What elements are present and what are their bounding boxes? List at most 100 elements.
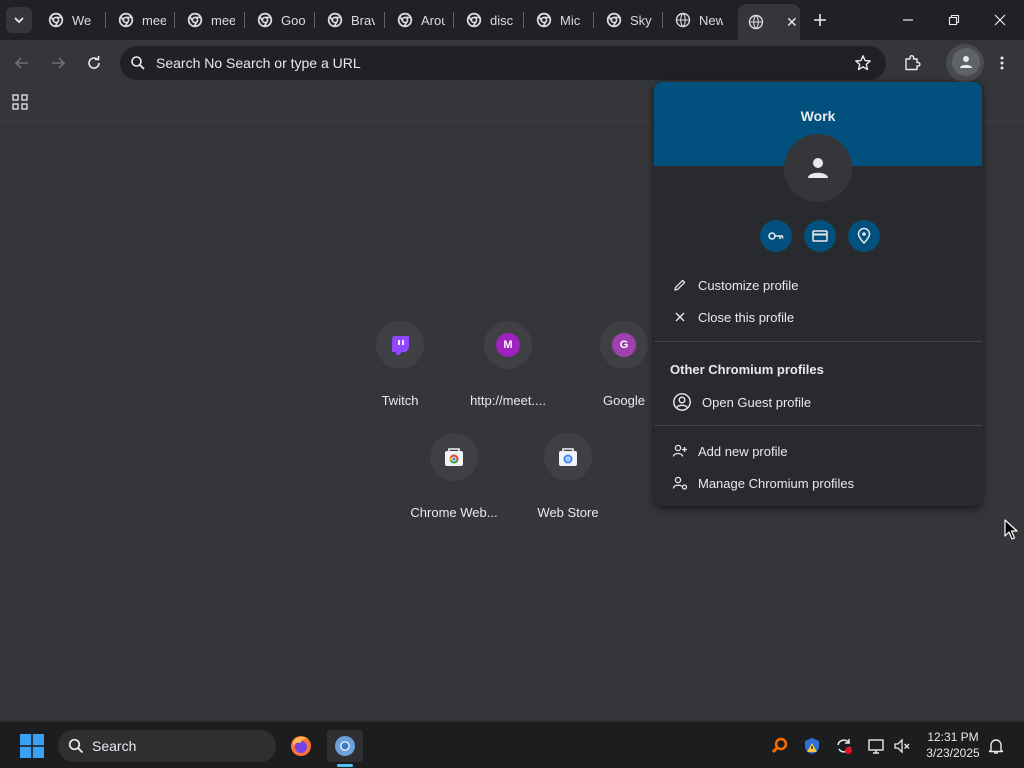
open-guest-profile-label: Open Guest profile (702, 394, 812, 410)
tab[interactable]: Brav (317, 6, 383, 34)
tray-search-app[interactable] (770, 736, 790, 756)
close-profile-label: Close this profile (698, 309, 795, 325)
back-button[interactable] (9, 50, 35, 76)
shortcut-chrome-web[interactable]: Chrome Web... (398, 433, 510, 533)
globe-favicon (748, 14, 764, 30)
letter-icon: M (496, 333, 520, 357)
reload-button[interactable] (81, 50, 107, 76)
tab[interactable]: disc (456, 6, 522, 34)
person-icon (808, 158, 828, 178)
profile-avatar (784, 134, 852, 202)
tab[interactable]: Sky (596, 6, 662, 34)
shortcut-meet[interactable]: M http://meet.... (452, 321, 564, 421)
shortcut-twitch[interactable]: Twitch (344, 321, 456, 421)
payment-methods-button[interactable] (804, 220, 836, 252)
magnifier-app-icon (771, 737, 788, 754)
shortcut-icon-circle: G (600, 321, 648, 369)
taskbar-chromium[interactable] (327, 730, 363, 762)
close-tab-icon[interactable]: ✕ (786, 14, 798, 31)
manage-profiles-item[interactable]: Manage Chromium profiles (654, 467, 982, 499)
tray-notifications[interactable] (986, 736, 1006, 756)
add-new-profile-item[interactable]: Add new profile (654, 435, 982, 467)
tab-title: Mic (560, 12, 581, 28)
search-icon (131, 56, 145, 70)
more-vert-icon (1000, 56, 1004, 70)
minimize-button[interactable] (896, 8, 920, 32)
taskbar-firefox[interactable] (283, 730, 319, 762)
arrow-left-icon (14, 57, 28, 69)
tab[interactable]: Arou (387, 6, 453, 34)
tab[interactable]: mee (108, 6, 174, 34)
passwords-key-icon (768, 232, 784, 240)
tab-separator (523, 12, 524, 28)
shortcut-icon-circle (376, 321, 424, 369)
tab-title: mee (211, 12, 235, 28)
add-person-icon (670, 441, 690, 461)
taskbar: Search 12:31 PM 3/23/2025 (0, 721, 1024, 768)
addresses-button[interactable] (848, 220, 880, 252)
tab-search-button[interactable] (6, 7, 32, 33)
open-guest-profile-item[interactable]: Open Guest profile (654, 386, 982, 418)
other-profiles-heading: Other Chromium profiles (670, 362, 824, 377)
chromium-icon (118, 12, 134, 28)
tab-title: New (699, 12, 723, 28)
add-new-profile-label: Add new profile (698, 443, 788, 459)
address-pin-icon (857, 227, 871, 245)
tab[interactable]: We (38, 6, 104, 34)
chromium-icon (187, 12, 203, 28)
chrome-web-store-icon (445, 448, 463, 466)
shortcut-web-store[interactable]: Web Store (512, 433, 624, 533)
twitch-icon (392, 336, 409, 355)
tray-volume[interactable] (892, 736, 912, 756)
customize-profile-item[interactable]: Customize profile (654, 269, 982, 301)
close-icon (670, 307, 690, 327)
search-icon (68, 738, 84, 754)
toolbar: Search No Search or type a URL (0, 40, 1024, 86)
tray-network[interactable] (866, 736, 886, 756)
restore-icon (948, 14, 960, 26)
person-icon (960, 56, 972, 68)
arrow-right-icon (52, 57, 66, 69)
tab[interactable]: mee (177, 6, 243, 34)
close-profile-item[interactable]: Close this profile (654, 301, 982, 333)
shortcut-icon-circle: M (484, 321, 532, 369)
manage-profiles-icon (670, 473, 690, 493)
extensions-button[interactable] (899, 50, 925, 76)
menu-button[interactable] (989, 50, 1015, 76)
new-tab-button[interactable] (808, 8, 832, 32)
tab-active[interactable]: ✕ (738, 4, 800, 40)
customize-profile-label: Customize profile (698, 277, 799, 293)
tab-title: Arou (421, 12, 445, 28)
tab-separator (174, 12, 175, 28)
close-window-button[interactable] (988, 8, 1012, 32)
bookmark-star-icon[interactable] (854, 54, 872, 72)
taskbar-search[interactable]: Search (58, 730, 276, 762)
notification-bell-icon (988, 739, 1004, 754)
chromium-icon (48, 12, 64, 28)
restore-button[interactable] (942, 8, 966, 32)
system-clock[interactable]: 12:31 PM 3/23/2025 (922, 729, 984, 761)
omnibox[interactable]: Search No Search or type a URL (120, 46, 886, 80)
tab[interactable]: Goo (247, 6, 313, 34)
passwords-button[interactable] (760, 220, 792, 252)
network-icon (868, 739, 884, 754)
forward-button[interactable] (45, 50, 71, 76)
omnibox-text[interactable]: Search No Search or type a URL (156, 55, 361, 71)
tab[interactable]: New (665, 6, 731, 34)
firefox-icon (291, 736, 311, 756)
taskbar-search-label: Search (92, 738, 137, 754)
chevron-down-icon (14, 17, 24, 24)
tab-strip: We mee mee Goo Brav Arou disc Mic Sky New ✕ (0, 0, 1024, 40)
tab-title: Goo (281, 12, 305, 28)
windows-start-icon[interactable] (20, 734, 44, 758)
apps-grid-icon[interactable] (11, 93, 29, 111)
tab-separator (453, 12, 454, 28)
tray-defender[interactable] (802, 736, 822, 756)
profile-button[interactable] (952, 48, 980, 76)
tab[interactable]: Mic (526, 6, 592, 34)
tray-update[interactable] (834, 736, 854, 756)
letter-icon: G (612, 333, 636, 357)
clock-date: 3/23/2025 (926, 746, 980, 760)
reload-icon (88, 56, 100, 69)
volume-muted-icon (894, 738, 910, 754)
